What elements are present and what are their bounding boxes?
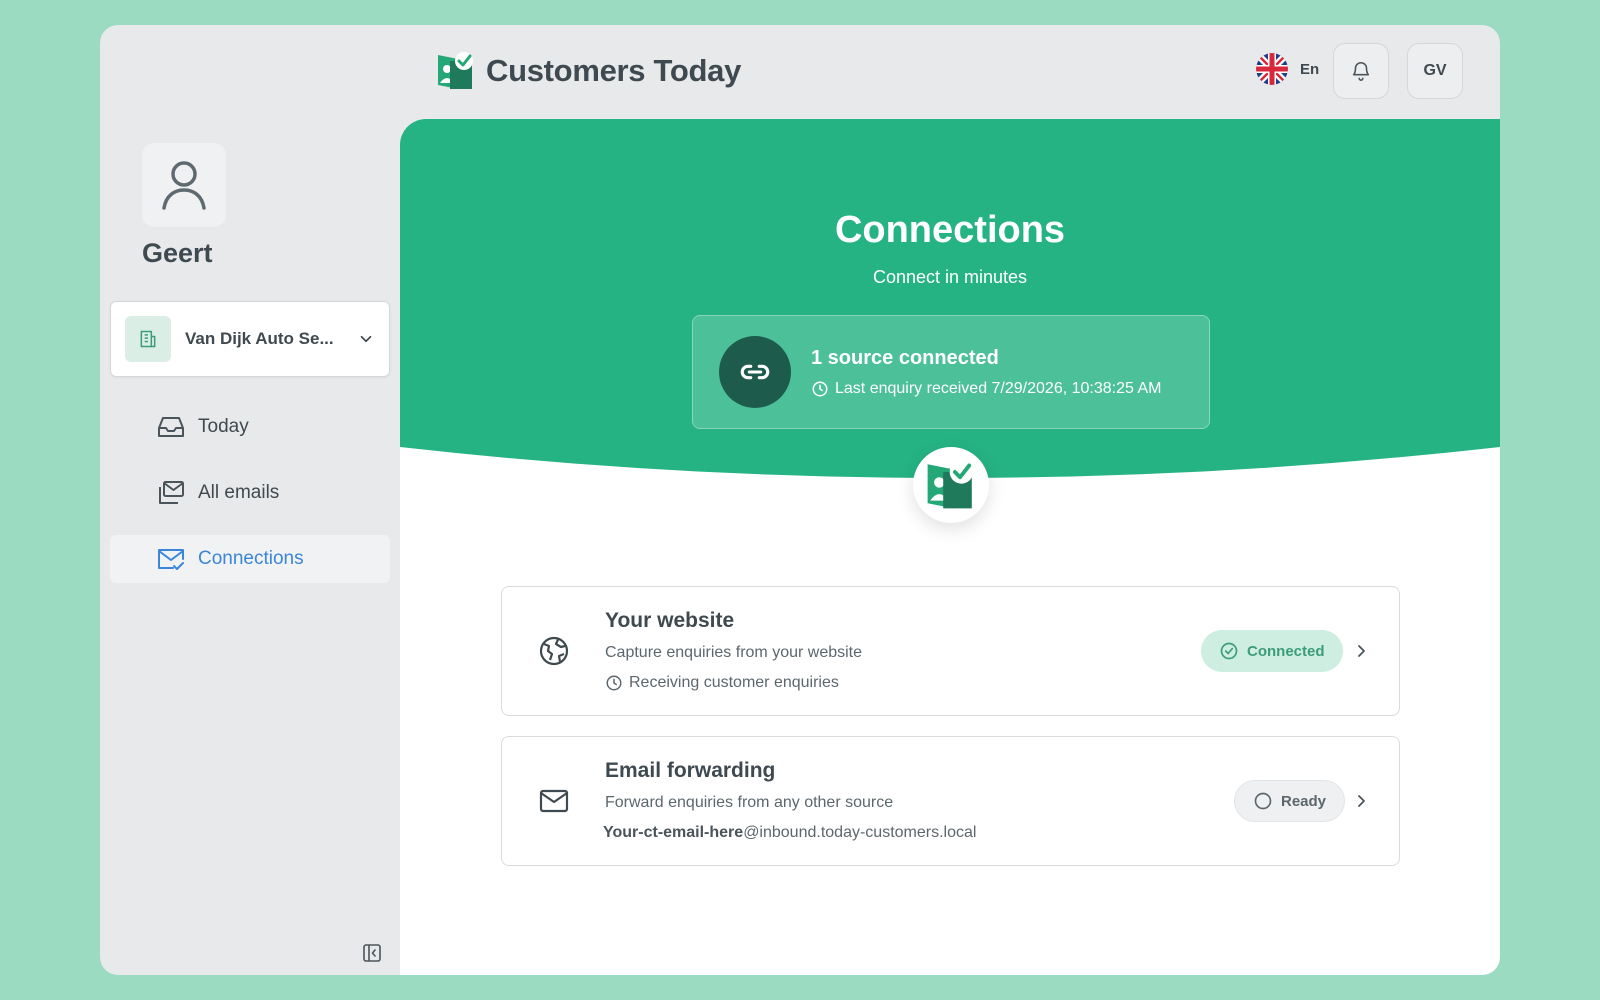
hero-background	[400, 119, 1500, 478]
status-badge-ready[interactable]: Ready	[1234, 780, 1346, 822]
forwarding-address[interactable]: Your-ct-email-here@inbound.today-custome…	[603, 824, 976, 842]
mail-check-icon	[158, 549, 184, 570]
clock-icon	[812, 381, 828, 396]
uk-flag-icon	[1256, 53, 1288, 85]
connection-detail: Receiving customer enquiries	[629, 674, 839, 691]
collapse-sidebar-icon[interactable]	[362, 943, 382, 963]
status-label: Connected	[1247, 642, 1325, 660]
sidebar-item-today[interactable]: Today	[110, 403, 390, 451]
address-domain: @inbound.today-customers.local	[743, 824, 977, 841]
user-name: Geert	[142, 238, 213, 268]
language-selector[interactable]: En	[1256, 53, 1319, 85]
sidebar-item-label: Connections	[198, 548, 304, 569]
main-content: Connections Connect in minutes 1 source …	[400, 119, 1500, 975]
email-forwarding-card[interactable]: Email forwarding Forward enquiries from …	[501, 736, 1400, 866]
logo-mark-icon	[438, 52, 473, 89]
link-icon	[719, 336, 791, 408]
connected-count: 1 source connected	[811, 346, 999, 369]
app-window: Customers Today En GV Geert Van Dijk Aut…	[100, 25, 1500, 975]
workspace-name: Van Dijk Auto Se...	[185, 329, 334, 348]
status-label: Ready	[1281, 792, 1327, 810]
globe-icon	[539, 636, 569, 666]
website-connection-card[interactable]: Your website Capture enquiries from your…	[501, 586, 1400, 716]
connection-title: Your website	[605, 609, 735, 632]
page-subtitle: Connect in minutes	[872, 267, 1028, 287]
app-title: Customers Today	[486, 53, 742, 88]
user-icon	[162, 161, 206, 210]
empty-circle-icon	[1254, 792, 1272, 810]
inbox-icon	[158, 417, 184, 437]
mail-stack-icon	[159, 481, 184, 504]
chevron-right-icon[interactable]	[1353, 793, 1369, 809]
chevron-down-icon	[360, 335, 372, 343]
connection-title: Email forwarding	[605, 759, 776, 782]
sidebar-item-label: Today	[198, 416, 249, 437]
workspace-selector[interactable]: Van Dijk Auto Se...	[110, 301, 390, 377]
sidebar-nav: Today All emails Connections	[110, 403, 390, 601]
connection-status-card: 1 source connected Last enquiry received…	[692, 315, 1210, 429]
clock-icon	[606, 675, 622, 691]
user-avatar	[142, 143, 226, 227]
sidebar-item-connections[interactable]: Connections	[110, 535, 390, 583]
brand-badge-icon	[913, 447, 989, 523]
user-avatar-button[interactable]: GV	[1407, 43, 1463, 99]
bell-icon	[1352, 62, 1370, 81]
sidebar-item-label: All emails	[198, 482, 280, 503]
app-logo[interactable]: Customers Today	[436, 51, 741, 91]
envelope-icon	[539, 789, 569, 813]
notifications-button[interactable]	[1333, 43, 1389, 99]
building-icon	[125, 316, 171, 362]
connection-description: Forward enquiries from any other source	[605, 794, 894, 811]
address-prefix: Your-ct-email-here	[603, 824, 744, 841]
connection-description: Capture enquiries from your website	[605, 644, 863, 661]
check-circle-icon	[1220, 642, 1238, 660]
sidebar-item-all-emails[interactable]: All emails	[110, 469, 390, 517]
chevron-right-icon[interactable]	[1353, 643, 1369, 659]
language-label: En	[1300, 60, 1320, 78]
last-enquiry-text: Last enquiry received 7/29/2026, 10:38:2…	[835, 379, 1162, 397]
hero-banner: Connections Connect in minutes 1 source …	[400, 119, 1500, 499]
page-title: Connections	[834, 209, 1066, 251]
status-badge-connected[interactable]: Connected	[1201, 630, 1343, 672]
